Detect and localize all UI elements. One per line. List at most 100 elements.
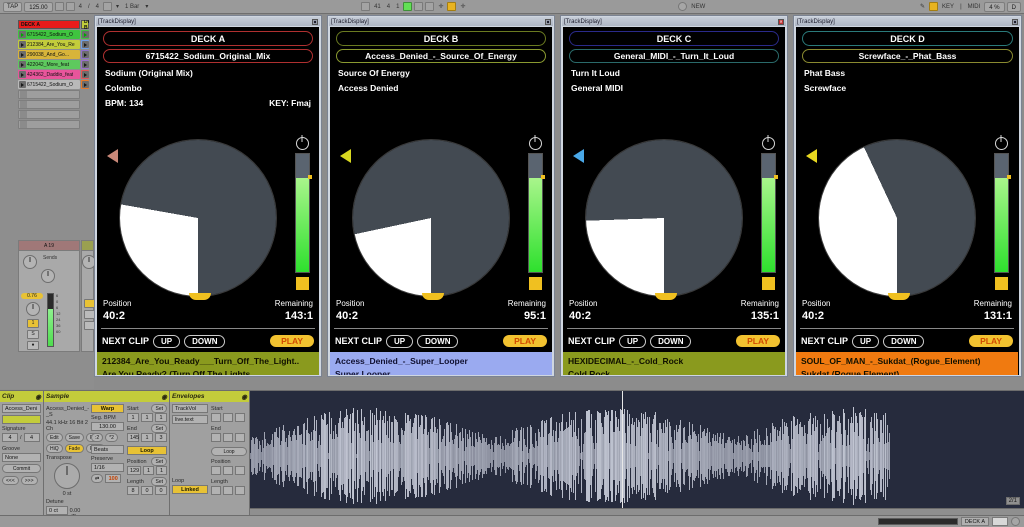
stop-clip-icon[interactable]: [20, 101, 27, 108]
next-clip-up-button[interactable]: UP: [619, 335, 646, 348]
clip-play-icon[interactable]: [19, 31, 26, 38]
waveform-scrollbar[interactable]: [250, 508, 1024, 515]
arrangement-position-sixteenths[interactable]: 1: [394, 4, 401, 10]
nudge-icon[interactable]: [66, 2, 75, 11]
power-icon[interactable]: ◉: [161, 393, 167, 401]
next-clip-info[interactable]: 212384_Are_You_Ready___Turn_Off_The_Ligh…: [97, 352, 319, 375]
pitch-reset-button[interactable]: [529, 277, 542, 290]
pitch-knob-icon[interactable]: [762, 137, 775, 150]
next-clip-up-button[interactable]: UP: [153, 335, 180, 348]
clip-name-field[interactable]: Access_Deni: [2, 404, 41, 413]
stop-icon[interactable]: [414, 2, 423, 11]
play-icon[interactable]: [403, 2, 412, 11]
close-icon[interactable]: ✕: [778, 19, 784, 25]
position-sixteenths[interactable]: 1: [156, 466, 167, 475]
volume-value[interactable]: 0.76: [21, 293, 43, 299]
clip-slot[interactable]: [81, 80, 89, 89]
end-set-button[interactable]: Set: [151, 424, 167, 433]
clip-slot[interactable]: [81, 60, 89, 69]
stop-clip-icon[interactable]: [20, 121, 27, 128]
record-icon[interactable]: [425, 2, 434, 11]
clip-play-icon[interactable]: [19, 41, 26, 48]
position-bars[interactable]: 129: [127, 466, 141, 475]
transient-loop-icon[interactable]: ⇄: [91, 474, 103, 483]
power-icon[interactable]: ◉: [35, 393, 41, 401]
position-set-button[interactable]: Set: [151, 457, 167, 466]
deck-d-titlebar[interactable]: [TrackDisplay] ▣: [795, 17, 1020, 26]
close-icon[interactable]: ▣: [312, 19, 318, 25]
length-sixteenths[interactable]: 0: [155, 486, 167, 495]
clip-slot[interactable]: 422042_More_feat: [18, 60, 80, 69]
pitch-reset-button[interactable]: [762, 277, 775, 290]
start-beats[interactable]: 1: [141, 413, 153, 422]
position-beats[interactable]: 1: [143, 466, 154, 475]
play-button[interactable]: PLAY: [503, 335, 547, 347]
platter-icon[interactable]: [119, 139, 277, 297]
bell-icon[interactable]: [1011, 517, 1020, 526]
empty-clip-slot[interactable]: [18, 90, 80, 99]
key-label[interactable]: KEY: [940, 4, 956, 10]
end-sixteenths[interactable]: 3: [155, 433, 167, 442]
next-clip-down-button[interactable]: DOWN: [650, 335, 691, 348]
deck-filename-pill[interactable]: Access_Denied_-_Source_Of_Energy: [336, 49, 546, 63]
deck-b-titlebar[interactable]: [TrackDisplay] ▣: [329, 17, 553, 26]
next-clip-down-button[interactable]: DOWN: [184, 335, 225, 348]
overdub-icon[interactable]: ✛: [436, 3, 445, 10]
clip-slot[interactable]: 290038_And_Go...: [18, 50, 80, 59]
envelope-linked-button[interactable]: Linked: [172, 485, 208, 494]
arrangement-loop-icon[interactable]: [361, 2, 370, 11]
deck-a-titlebar[interactable]: [TrackDisplay] ▣: [96, 17, 320, 26]
clip-play-icon[interactable]: [19, 61, 26, 68]
clip-slot[interactable]: 6715422_Sodium_O: [18, 80, 80, 89]
follow-icon[interactable]: [103, 2, 112, 11]
clip-play-icon[interactable]: [82, 31, 89, 38]
record-arm-icon[interactable]: ●: [27, 341, 39, 350]
signature-numerator[interactable]: 4: [77, 4, 84, 10]
pitch-reset-button[interactable]: [995, 277, 1008, 290]
send-b-knob[interactable]: [41, 269, 55, 283]
envelope-device-select[interactable]: TrackVol: [172, 404, 208, 413]
close-icon[interactable]: ▣: [545, 19, 551, 25]
arrangement-position-beats[interactable]: 4: [385, 4, 392, 10]
waveform-display[interactable]: 2/1: [250, 391, 1024, 515]
clip-play-icon[interactable]: [19, 81, 26, 88]
signature-denominator[interactable]: 4: [94, 4, 101, 10]
tap-tempo-button[interactable]: TAP: [3, 2, 22, 12]
signature-numerator[interactable]: 4: [2, 433, 18, 442]
empty-clip-slot[interactable]: [18, 100, 80, 109]
start-sixteenths[interactable]: 1: [155, 413, 167, 422]
key-map-toggle[interactable]: [929, 2, 938, 11]
loop-button[interactable]: Loop: [127, 446, 167, 455]
clip-play-icon[interactable]: [82, 71, 89, 78]
stop-clip-icon[interactable]: [20, 111, 27, 118]
power-icon[interactable]: ◉: [241, 393, 247, 401]
detune-field[interactable]: 0 ct: [46, 506, 68, 515]
next-clip-info[interactable]: SOUL_OF_MAN_-_Sukdat_(Rogue_Element) Suk…: [796, 352, 1018, 375]
quantization-value[interactable]: 1 Bar: [123, 4, 141, 10]
clip-slot[interactable]: 424362_Daddio_feat: [18, 70, 80, 79]
seg-bpm-field[interactable]: 130.00: [91, 422, 124, 431]
metronome-icon[interactable]: [55, 2, 64, 11]
stop-clip-icon[interactable]: [20, 91, 27, 98]
clip-slot[interactable]: [81, 40, 89, 49]
knob-icon[interactable]: [23, 255, 37, 269]
envelope-parameter-select[interactable]: live.text: [172, 415, 208, 424]
next-clip-up-button[interactable]: UP: [852, 335, 879, 348]
pitch-fader[interactable]: [761, 153, 776, 273]
clip-slot[interactable]: [81, 30, 89, 39]
groove-field[interactable]: None: [2, 453, 41, 462]
double-bpm-button[interactable]: *2: [105, 433, 118, 442]
next-clip-down-button[interactable]: DOWN: [417, 335, 458, 348]
end-beats[interactable]: 1: [141, 433, 153, 442]
next-clip-down-button[interactable]: DOWN: [883, 335, 924, 348]
signature-denominator[interactable]: 4: [24, 433, 40, 442]
pitch-fader[interactable]: [295, 153, 310, 273]
deck-c-titlebar[interactable]: [TrackDisplay] ✕: [562, 17, 786, 26]
nudge-forward-button[interactable]: >>>: [21, 476, 38, 485]
envelope-loop-button[interactable]: Loop: [211, 447, 247, 456]
commit-button[interactable]: Commit: [2, 464, 41, 473]
warp-button[interactable]: Warp: [91, 404, 124, 413]
draw-mode-icon[interactable]: [678, 2, 687, 11]
deck-name-pill[interactable]: DECK D: [802, 31, 1013, 46]
clip-play-icon[interactable]: [19, 71, 26, 78]
